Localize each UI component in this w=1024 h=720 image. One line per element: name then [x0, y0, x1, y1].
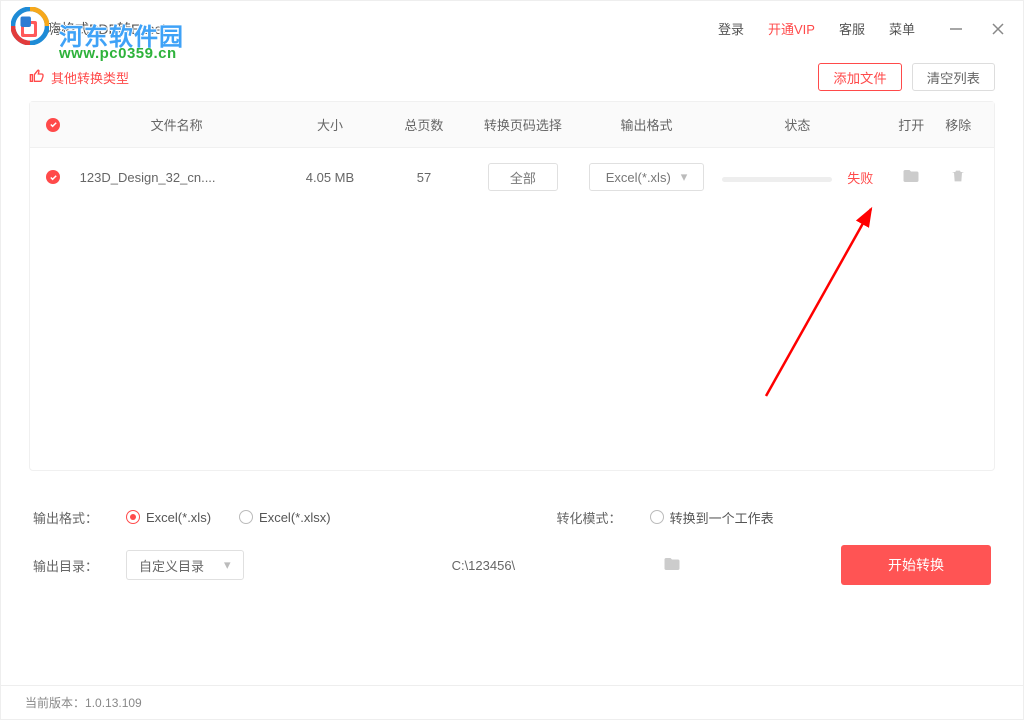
- chevron-down-icon: ▾: [224, 557, 231, 573]
- app-window: 河东软件园 www.pc0359.cn 嗨格式PDF转Excel 登录 开通VI…: [0, 0, 1024, 720]
- other-convert-label: 其他转换类型: [51, 68, 129, 87]
- header-check[interactable]: [46, 118, 78, 132]
- radio-xls[interactable]: Excel(*.xls): [126, 510, 211, 525]
- settings-row-dir: 输出目录： 自定义目录 ▾ C:\123456\ 开始转换: [33, 541, 991, 589]
- radio-xls-label: Excel(*.xls): [146, 510, 211, 525]
- radio-xlsx[interactable]: Excel(*.xlsx): [239, 510, 331, 525]
- header-name: 文件名称: [78, 115, 276, 134]
- row-open: [884, 167, 938, 188]
- add-file-button[interactable]: 添加文件: [818, 63, 901, 91]
- radio-unchecked-icon: [239, 510, 253, 524]
- version-number: 1.0.13.109: [85, 696, 142, 710]
- settings-panel: 输出格式： Excel(*.xls) Excel(*.xlsx) 转化模式： 转…: [1, 471, 1023, 593]
- check-icon: [46, 170, 60, 184]
- row-size: 4.05 MB: [276, 170, 385, 185]
- status-text: 失败: [847, 171, 873, 186]
- chevron-down-icon: ▾: [681, 169, 688, 185]
- header-remove: 移除: [938, 115, 978, 134]
- table-header: 文件名称 大小 总页数 转换页码选择 输出格式 状态 打开 移除: [30, 102, 994, 148]
- radio-single-sheet-label: 转换到一个工作表: [670, 508, 774, 527]
- header-out-fmt: 输出格式: [582, 115, 711, 134]
- output-path: C:\123456\: [452, 558, 516, 573]
- row-page-select: 全部: [464, 163, 583, 191]
- subbar: 其他转换类型 添加文件 清空列表: [1, 57, 1023, 97]
- out-fmt-value: Excel(*.xls): [606, 170, 671, 185]
- login-link[interactable]: 登录: [718, 19, 744, 38]
- row-pages: 57: [384, 170, 463, 185]
- page-select-dropdown[interactable]: 全部: [488, 163, 558, 191]
- dir-select-value: 自定义目录: [139, 556, 204, 575]
- mode-label: 转化模式：: [557, 508, 622, 527]
- statusbar: 当前版本： 1.0.13.109: [1, 685, 1023, 719]
- radio-checked-icon: [126, 510, 140, 524]
- table-row: 123D_Design_32_cn.... 4.05 MB 57 全部 Exce…: [30, 148, 994, 206]
- header-status: 状态: [711, 115, 884, 134]
- check-all-icon: [46, 118, 60, 132]
- out-fmt-dropdown[interactable]: Excel(*.xls) ▾: [589, 163, 704, 191]
- thumbs-up-icon: [29, 68, 45, 87]
- row-check[interactable]: [46, 170, 78, 184]
- header-size: 大小: [276, 115, 385, 134]
- out-dir-label: 输出目录：: [33, 556, 98, 575]
- minimize-button[interactable]: [949, 22, 963, 36]
- open-folder-icon[interactable]: [902, 173, 920, 188]
- app-icon: [19, 19, 39, 39]
- page-select-value: 全部: [510, 168, 536, 187]
- other-convert-types[interactable]: 其他转换类型: [29, 68, 129, 87]
- start-convert-button[interactable]: 开始转换: [841, 545, 991, 585]
- radio-single-sheet[interactable]: 转换到一个工作表: [650, 508, 774, 527]
- version-label: 当前版本：: [25, 694, 85, 711]
- row-status: 失败: [711, 168, 884, 187]
- radio-xlsx-label: Excel(*.xlsx): [259, 510, 331, 525]
- clear-list-button[interactable]: 清空列表: [912, 63, 995, 91]
- trash-icon[interactable]: [950, 172, 966, 187]
- window-controls: [949, 22, 1005, 36]
- row-filename: 123D_Design_32_cn....: [78, 170, 276, 185]
- header-pages: 总页数: [384, 115, 463, 134]
- dir-select-dropdown[interactable]: 自定义目录 ▾: [126, 550, 244, 580]
- close-button[interactable]: [991, 22, 1005, 36]
- row-remove: [938, 168, 978, 187]
- titlebar: 嗨格式PDF转Excel 登录 开通VIP 客服 菜单: [1, 1, 1023, 57]
- title-left: 嗨格式PDF转Excel: [19, 19, 165, 39]
- settings-row-format: 输出格式： Excel(*.xls) Excel(*.xlsx) 转化模式： 转…: [33, 493, 991, 541]
- menu-link[interactable]: 菜单: [889, 19, 915, 38]
- row-out-fmt: Excel(*.xls) ▾: [582, 163, 711, 191]
- progress-bar: [722, 177, 832, 182]
- subbar-right: 添加文件 清空列表: [818, 63, 995, 91]
- file-table: 文件名称 大小 总页数 转换页码选择 输出格式 状态 打开 移除 123D_De…: [29, 101, 995, 471]
- radio-unchecked-icon: [650, 510, 664, 524]
- vip-link[interactable]: 开通VIP: [768, 19, 815, 38]
- app-title: 嗨格式PDF转Excel: [47, 19, 165, 39]
- support-link[interactable]: 客服: [839, 19, 865, 38]
- title-right: 登录 开通VIP 客服 菜单: [718, 19, 1005, 38]
- header-page-select: 转换页码选择: [464, 115, 583, 134]
- out-fmt-label: 输出格式：: [33, 508, 98, 527]
- header-open: 打开: [884, 115, 938, 134]
- open-dir-icon[interactable]: [663, 555, 681, 576]
